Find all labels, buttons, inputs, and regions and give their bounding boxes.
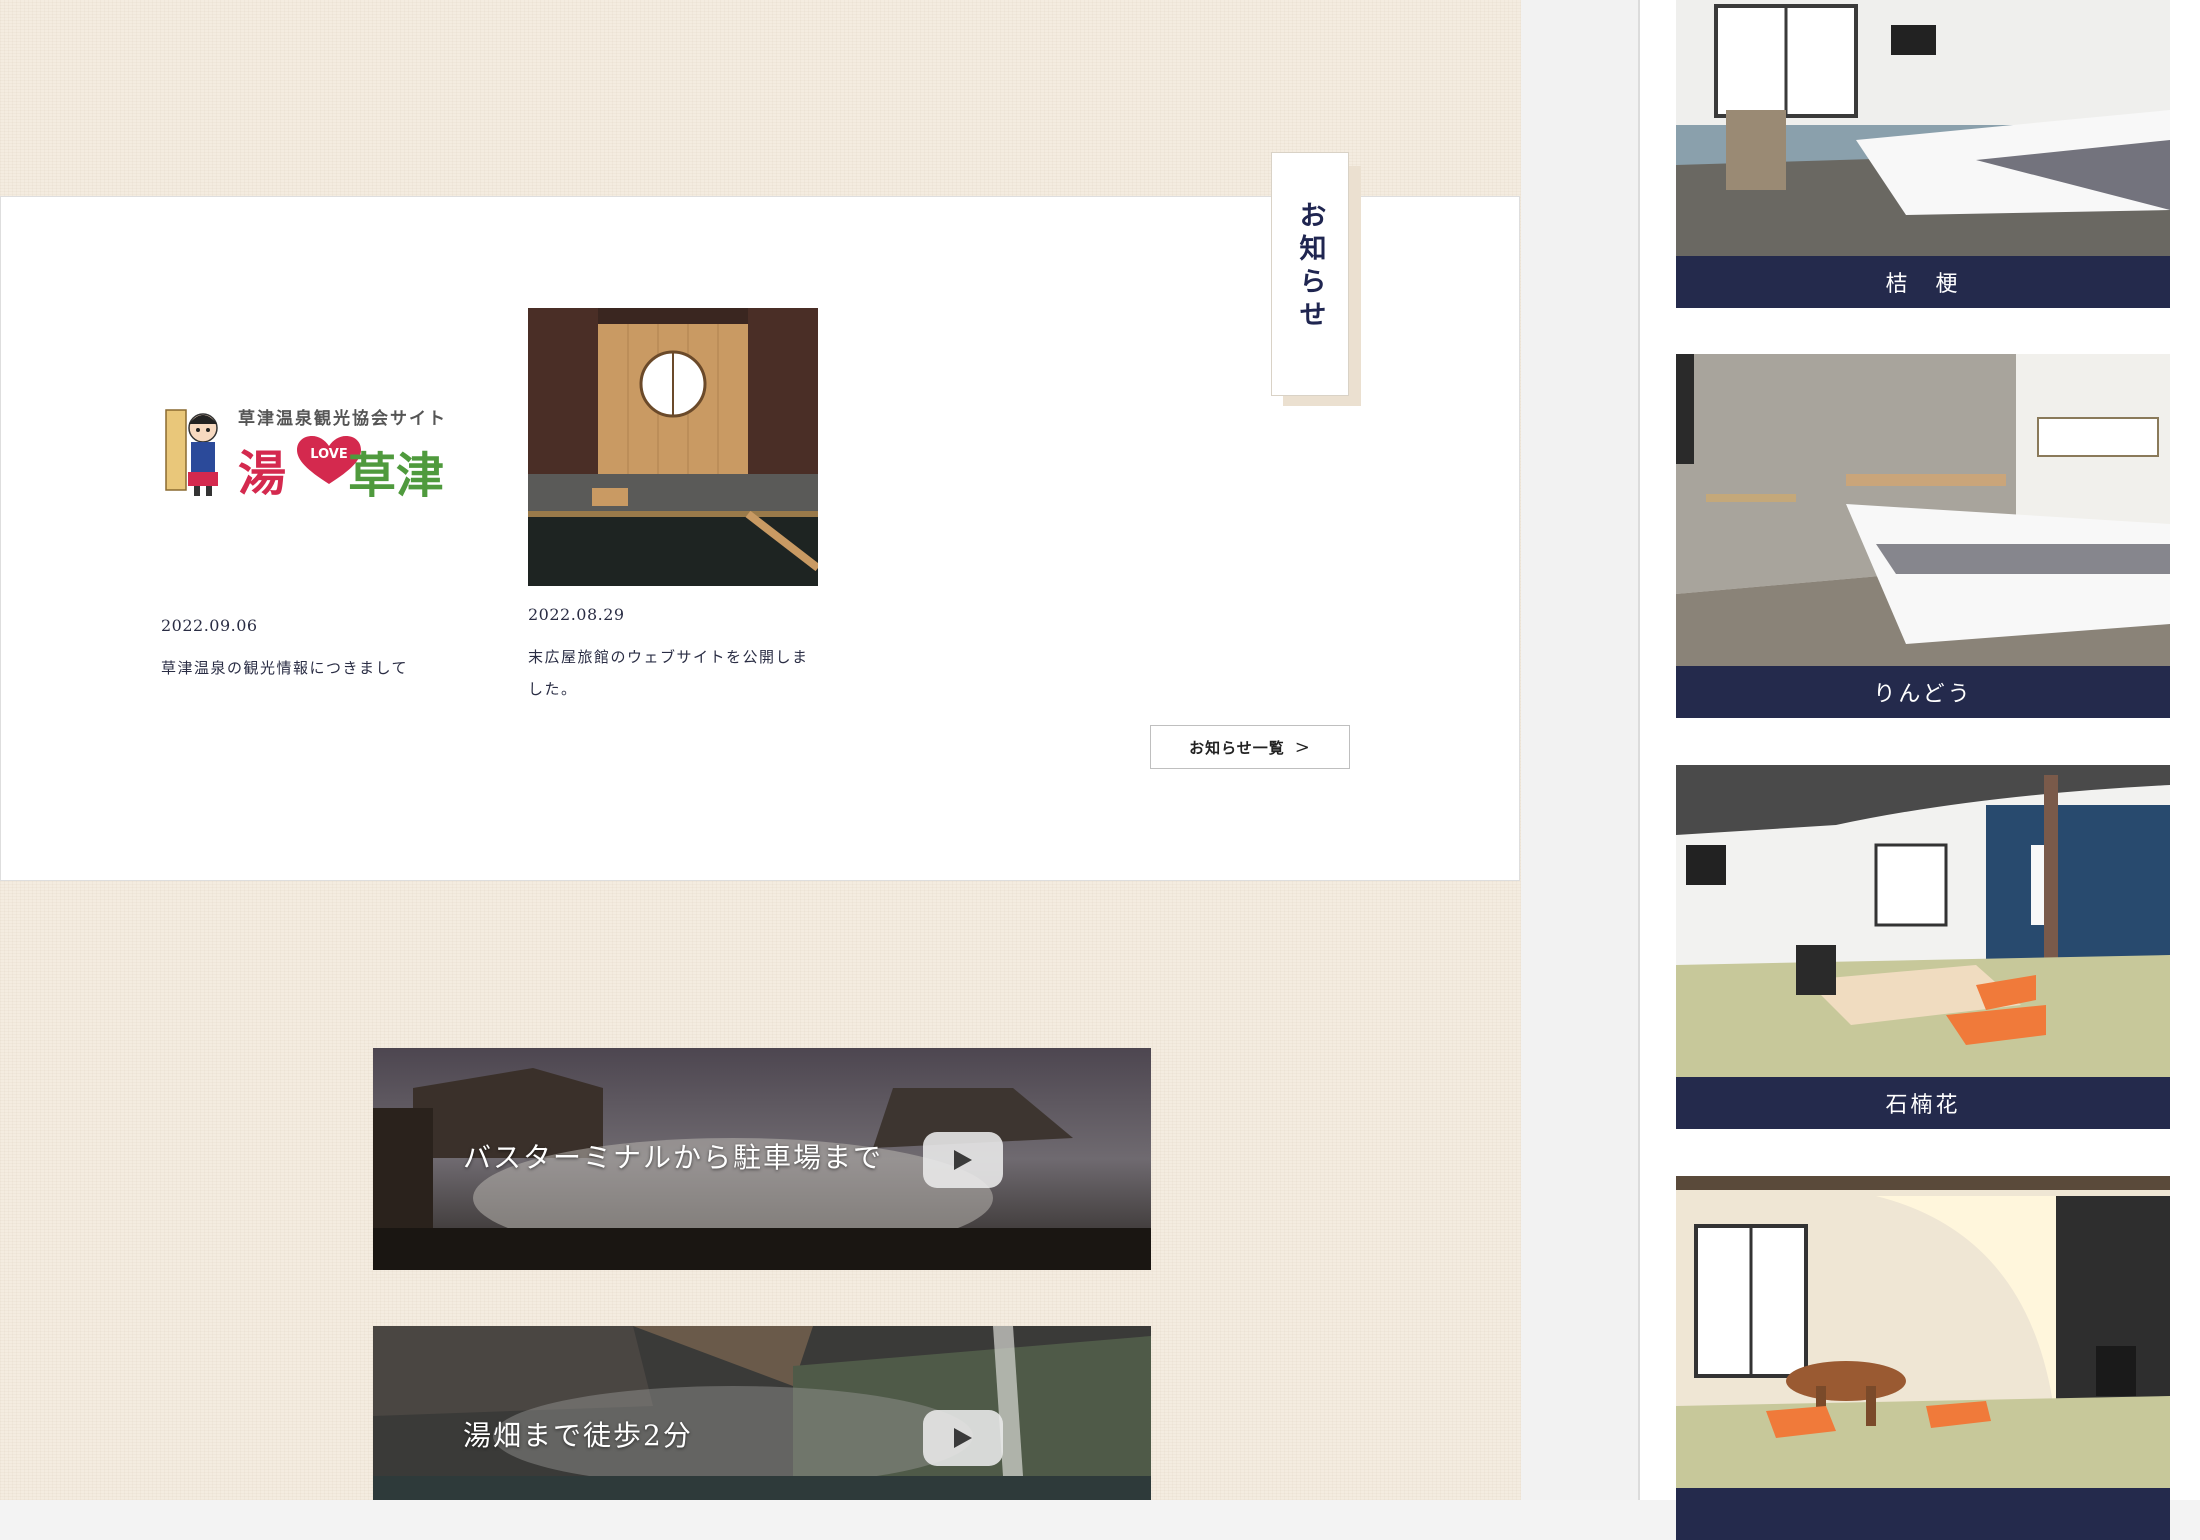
news-date-2: 2022.08.29: [528, 605, 625, 624]
room-name-4: [1676, 1488, 2170, 1540]
news-title-2-line-1: 末広屋旅館のウェブサイトを公開しま: [528, 648, 809, 666]
video-card-yubatake[interactable]: 湯畑まで徒歩2分: [373, 1326, 1151, 1500]
logo-love-text: LOVE: [310, 447, 347, 462]
room-card-shakunage[interactable]: 石楠花: [1676, 765, 2170, 1129]
logo-kusatsu: 草津: [348, 448, 445, 504]
news-image-bath[interactable]: [528, 308, 818, 586]
room-photo-shakunage: [1676, 765, 2170, 1077]
kusatsu-tourism-logo[interactable]: 草津温泉観光協会サイト 湯 LOVE 草津: [158, 400, 458, 504]
video-card-bus-terminal[interactable]: バスターミナルから駐車場まで: [373, 1048, 1151, 1270]
video-thumbnail-2: [373, 1326, 1151, 1500]
room-name-shakunage: 石楠花: [1676, 1077, 2170, 1129]
news-heading: お知らせ: [1294, 201, 1326, 333]
news-heading-tab: お知らせ: [1271, 152, 1349, 396]
news-title-2-line-2: した。: [528, 680, 578, 698]
room-card-kikyo[interactable]: 桔 梗: [1676, 0, 2170, 308]
play-button[interactable]: [923, 1132, 1003, 1188]
room-photo-kikyo: [1676, 0, 2170, 256]
play-icon: [954, 1150, 972, 1170]
news-date-1: 2022.09.06: [161, 616, 258, 635]
room-name-kikyo: 桔 梗: [1676, 256, 2170, 308]
room-photo-4: [1676, 1176, 2170, 1488]
news-title-2[interactable]: 末広屋旅館のウェブサイトを公開しま した。: [528, 641, 828, 705]
room-card-rindo[interactable]: りんどう: [1676, 354, 2170, 718]
room-name-rindo: りんどう: [1676, 666, 2170, 718]
video-label-2: 湯畑まで徒歩2分: [463, 1419, 693, 1452]
logo-yu: 湯: [238, 446, 287, 502]
video-label-1: バスターミナルから駐車場まで: [463, 1141, 884, 1174]
chevron-right-icon: >: [1294, 736, 1311, 758]
scroll-gutter: [1521, 0, 1639, 1500]
news-list-label: お知らせ一覧: [1189, 738, 1285, 757]
room-card-4[interactable]: [1676, 1176, 2170, 1540]
news-list-button[interactable]: お知らせ一覧 >: [1150, 725, 1350, 769]
play-icon: [954, 1428, 972, 1448]
news-title-1[interactable]: 草津温泉の観光情報につきまして: [161, 652, 408, 684]
mascot-icon: [165, 409, 218, 496]
logo-subtitle: 草津温泉観光協会サイト: [238, 409, 447, 429]
play-button[interactable]: [923, 1410, 1003, 1466]
room-photo-rindo: [1676, 354, 2170, 666]
